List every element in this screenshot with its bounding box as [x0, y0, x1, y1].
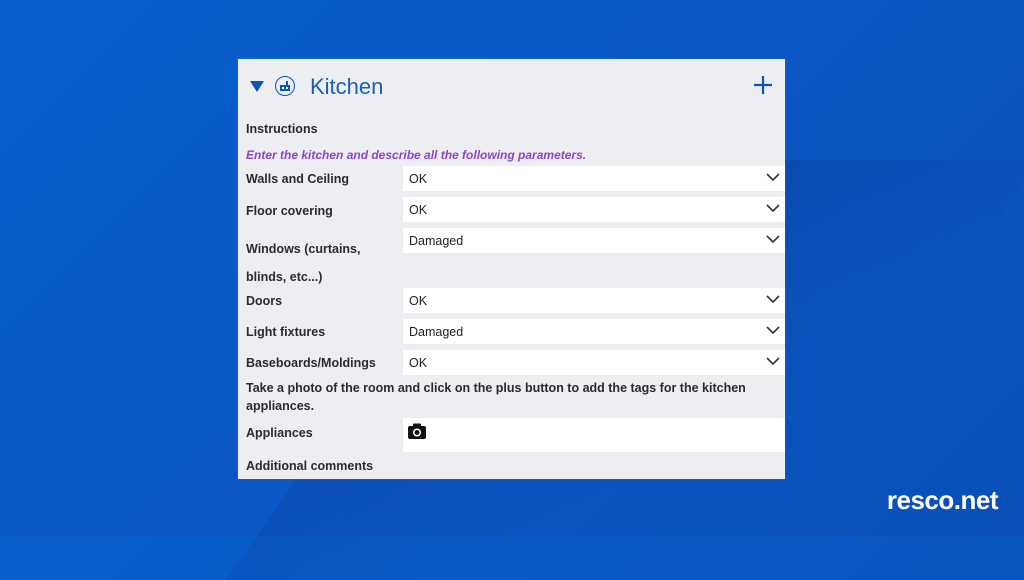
chevron-down-icon[interactable]: [766, 356, 780, 366]
select-value: Damaged: [409, 234, 464, 248]
section-title: Kitchen: [310, 74, 384, 99]
section-header: Kitchen: [238, 59, 785, 115]
chevron-down-icon[interactable]: [766, 172, 780, 182]
select-floor[interactable]: OK: [403, 197, 785, 222]
chevron-down-icon[interactable]: [766, 234, 780, 244]
house-icon: [275, 76, 295, 96]
photo-instruction: Take a photo of the room and click on th…: [246, 381, 746, 413]
select-value: OK: [409, 356, 428, 370]
field-label-walls: Walls and Ceiling: [246, 172, 350, 186]
select-walls[interactable]: OK: [403, 166, 785, 191]
select-value: OK: [409, 294, 428, 308]
select-doors[interactable]: OK: [403, 288, 785, 313]
select-value: Damaged: [409, 325, 464, 339]
brand-logo: resco.net: [886, 485, 999, 515]
field-label-floor: Floor covering: [246, 204, 333, 218]
select-windows[interactable]: Damaged: [403, 228, 785, 253]
select-value: OK: [409, 172, 428, 186]
chevron-down-icon[interactable]: [766, 203, 780, 213]
instructions-text: Enter the kitchen and describe all the f…: [246, 148, 587, 162]
caret-down-icon[interactable]: [250, 81, 264, 92]
field-label-light: Light fixtures: [246, 325, 326, 339]
kitchen-panel: Kitchen Instructions Enter the kitchen a…: [238, 59, 785, 479]
additional-comments-label: Additional comments: [246, 459, 374, 473]
plus-icon[interactable]: [751, 73, 775, 97]
camera-icon[interactable]: [407, 422, 427, 440]
field-label-windows: Windows (curtains, blinds, etc...): [246, 242, 361, 284]
instructions-label: Instructions: [246, 122, 318, 136]
select-baseboards[interactable]: OK: [403, 350, 785, 375]
select-value: OK: [409, 203, 428, 217]
field-label-doors: Doors: [246, 294, 283, 308]
appliances-photo-field[interactable]: [403, 418, 785, 452]
chevron-down-icon[interactable]: [766, 325, 780, 335]
field-label-baseboards: Baseboards/Moldings: [246, 356, 376, 370]
select-light[interactable]: Damaged: [403, 319, 785, 344]
appliances-label: Appliances: [246, 426, 313, 440]
chevron-down-icon[interactable]: [766, 294, 780, 304]
